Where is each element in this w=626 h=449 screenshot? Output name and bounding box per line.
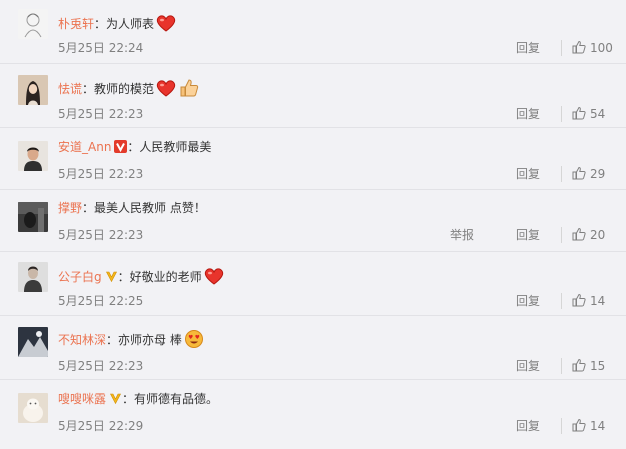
comment-item: 撑野：最美人民教师 点赞！ 5月25日 22:23 举报 回复 20 [0,190,626,252]
comment-time: 5月25日 22:25 [58,294,144,308]
heart-emoji-icon [203,266,225,286]
like-count: 100 [590,41,613,55]
heart-emoji-icon [155,13,177,33]
comment-item: 安道_Ann ：人民教师最美 5月25日 22:23 回复 29 [0,128,626,190]
comment-time: 5月25日 22:23 [58,228,144,242]
avatar[interactable] [18,202,48,232]
verified-gold-v-icon [105,270,118,283]
username-link[interactable]: 公子白g [58,270,102,284]
divider [561,418,562,434]
like-count: 14 [590,294,606,308]
like-button[interactable]: 29 [572,166,605,182]
like-count: 54 [590,107,606,121]
username-link[interactable]: 怯谎 [58,82,82,96]
comment-item: 公子白g ：好敬业的老师 5月25日 22:25 回复 14 [0,252,626,316]
like-button[interactable]: 14 [572,418,605,434]
divider [561,227,562,243]
comment-item: 朴兎轩：为人师表 5月25日 22:24 回复 100 [0,0,626,64]
divider [561,358,562,374]
avatar[interactable] [18,9,48,39]
comment-text: ：为人师表 [94,17,155,31]
divider [561,40,562,56]
reply-button[interactable]: 回复 [516,418,540,434]
comment-text: ：亦师亦母 棒 [106,333,182,347]
reply-button[interactable]: 回复 [516,227,540,243]
thumbs-up-icon [572,358,586,372]
username-link[interactable]: 朴兎轩 [58,17,94,31]
report-button[interactable]: 举报 [450,227,474,243]
like-count: 29 [590,167,606,181]
thumbs-up-icon [572,106,586,120]
comment-time: 5月25日 22:24 [58,41,144,55]
like-button[interactable]: 100 [572,40,613,56]
comment-text: ：教师的模范 [82,82,155,96]
comment-text: ：最美人民教师 点赞！ [82,201,206,215]
reply-button[interactable]: 回复 [516,166,540,182]
divider [561,106,562,122]
comment-list: 朴兎轩：为人师表 5月25日 22:24 回复 100 怯谎：教师的模范 5月2… [0,0,626,449]
avatar[interactable] [18,327,48,357]
avatar[interactable] [18,393,48,423]
comment-text: ：人民教师最美 [127,140,212,154]
reply-button[interactable]: 回复 [516,293,540,309]
verified-gold-v-icon [109,392,122,405]
username-link[interactable]: 嗖嗖咪露 [58,392,106,406]
divider [561,166,562,182]
avatar[interactable] [18,262,48,292]
reply-button[interactable]: 回复 [516,106,540,122]
username-link[interactable]: 撑野 [58,201,82,215]
like-button[interactable]: 54 [572,106,605,122]
verified-red-v-icon [114,140,128,153]
thumbs-up-icon [572,293,586,307]
thumbs-up-icon [572,418,586,432]
comment-item: 不知林深：亦师亦母 棒 5月25日 22:23 回复 15 [0,316,626,380]
comment-item: 怯谎：教师的模范 5月25日 22:23 回复 54 [0,64,626,128]
reply-button[interactable]: 回复 [516,358,540,374]
like-count: 15 [590,359,606,373]
avatar[interactable] [18,75,48,105]
thumbs-up-emoji-icon [178,78,200,98]
comment-time: 5月25日 22:29 [58,419,144,433]
heart-emoji-icon [155,78,177,98]
like-button[interactable]: 14 [572,293,605,309]
like-button[interactable]: 20 [572,227,605,243]
like-count: 20 [590,228,606,242]
like-count: 14 [590,419,606,433]
comment-time: 5月25日 22:23 [58,167,144,181]
username-link[interactable]: 安道_Ann [58,140,111,154]
like-button[interactable]: 15 [572,358,605,374]
love-face-emoji-icon [183,329,205,349]
username-link[interactable]: 不知林深 [58,333,106,347]
comment-text: ：好敬业的老师 [117,270,202,284]
thumbs-up-icon [572,227,586,241]
reply-button[interactable]: 回复 [516,40,540,56]
comment-time: 5月25日 22:23 [58,359,144,373]
comment-text: ：有师德有品德。 [122,392,219,406]
avatar[interactable] [18,141,48,171]
comment-time: 5月25日 22:23 [58,107,144,121]
thumbs-up-icon [572,40,586,54]
thumbs-up-icon [572,166,586,180]
comment-item: 嗖嗖咪露 ：有师德有品德。 5月25日 22:29 回复 14 [0,380,626,449]
divider [561,293,562,309]
